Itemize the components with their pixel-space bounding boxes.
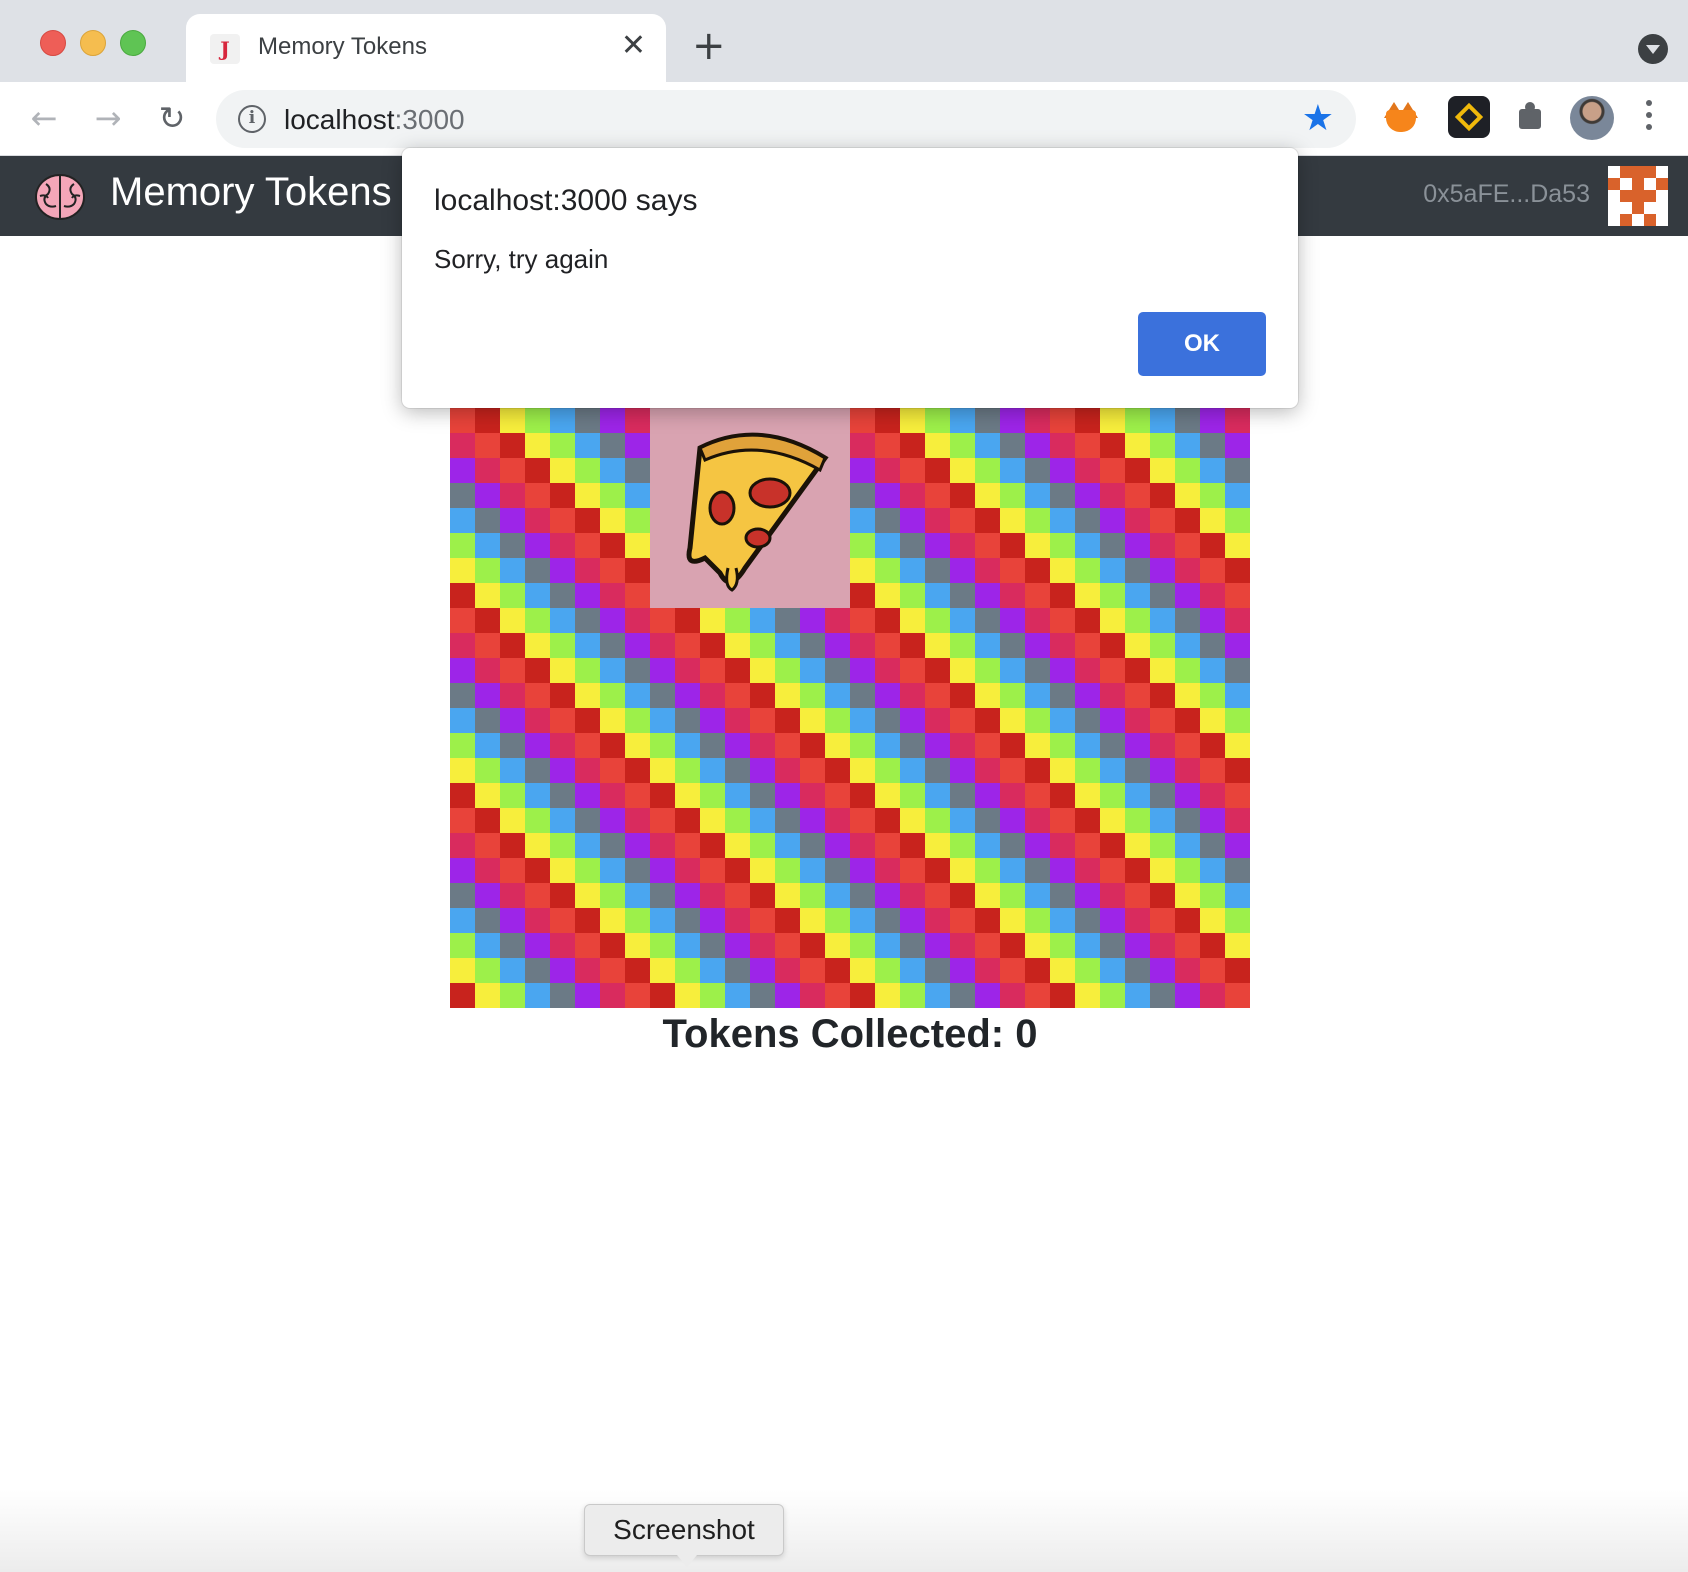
memory-card-hidden[interactable] (850, 408, 1050, 608)
card-back-pattern (1050, 608, 1250, 808)
memory-card-hidden[interactable] (850, 608, 1050, 808)
card-back-pattern (850, 408, 1050, 608)
zoom-window-button[interactable] (120, 30, 146, 56)
card-back-pattern (850, 808, 1050, 1008)
card-back-pattern (1050, 808, 1250, 1008)
brain-icon (35, 174, 85, 220)
alert-message: Sorry, try again (434, 244, 609, 274)
bookmark-star-icon[interactable]: ★ (1302, 99, 1334, 139)
browser-tab[interactable]: J Memory Tokens ✕ (186, 14, 666, 82)
tab-title: Memory Tokens (258, 33, 427, 60)
bottom-shade (0, 1490, 1688, 1572)
extensions-puzzle-icon[interactable] (1510, 96, 1552, 138)
card-back-pattern (450, 408, 650, 608)
browser-menu-icon[interactable] (1646, 100, 1654, 136)
memory-card-hidden[interactable] (450, 808, 650, 1008)
tokens-collected: Tokens Collected: 0 (662, 1012, 1038, 1056)
new-tab-icon[interactable]: + (692, 26, 726, 66)
binance-wallet-icon[interactable] (1448, 96, 1490, 138)
site-info-icon[interactable]: i (238, 105, 266, 133)
card-back-pattern (650, 608, 850, 808)
browser-tabstrip: J Memory Tokens ✕ + (0, 0, 1688, 82)
metamask-fox-icon[interactable] (1380, 96, 1422, 138)
screenshot-tooltip: Screenshot (584, 1504, 784, 1567)
memory-card-hidden[interactable] (650, 808, 850, 1008)
memory-card-hidden[interactable] (1050, 408, 1250, 608)
address-bar[interactable]: i localhost:3000 ★ (216, 90, 1356, 148)
favicon-icon: J (210, 34, 240, 64)
memory-card-hidden[interactable] (1050, 608, 1250, 808)
memory-card-hidden[interactable] (450, 408, 650, 608)
ok-button[interactable]: OK (1138, 312, 1266, 376)
account-identicon (1608, 166, 1668, 226)
reload-icon[interactable]: ↻ (150, 96, 194, 140)
close-tab-icon[interactable]: ✕ (621, 29, 646, 63)
card-back-pattern (1050, 408, 1250, 608)
browser-toolbar: ← → ↻ i localhost:3000 ★ (0, 82, 1688, 156)
memory-card-hidden[interactable] (650, 608, 850, 808)
memory-card-pizza[interactable] (650, 408, 850, 608)
url-text: localhost:3000 (284, 104, 465, 136)
brand-title[interactable]: Memory Tokens (110, 170, 392, 215)
tab-search-icon[interactable] (1638, 34, 1668, 64)
url-host: localhost (284, 104, 395, 135)
card-back-pattern (650, 808, 850, 1008)
card-back-pattern (450, 808, 650, 1008)
back-arrow-icon[interactable]: ← (22, 96, 66, 140)
profile-avatar[interactable] (1570, 96, 1614, 140)
memory-card-hidden[interactable] (850, 808, 1050, 1008)
memory-card-hidden[interactable] (1050, 808, 1250, 1008)
alert-title: localhost:3000 says (434, 184, 698, 217)
forward-arrow-icon[interactable]: → (86, 96, 130, 140)
account-address: 0x5aFE...Da53 (1423, 180, 1590, 208)
close-window-button[interactable] (40, 30, 66, 56)
memory-card-hidden[interactable] (450, 608, 650, 808)
alert-dialog: localhost:3000 says Sorry, try again OK (402, 148, 1298, 408)
url-port: :3000 (394, 104, 465, 135)
card-back-pattern (450, 608, 650, 808)
pizza-icon (650, 408, 850, 608)
card-back-pattern (850, 608, 1050, 808)
minimize-window-button[interactable] (80, 30, 106, 56)
